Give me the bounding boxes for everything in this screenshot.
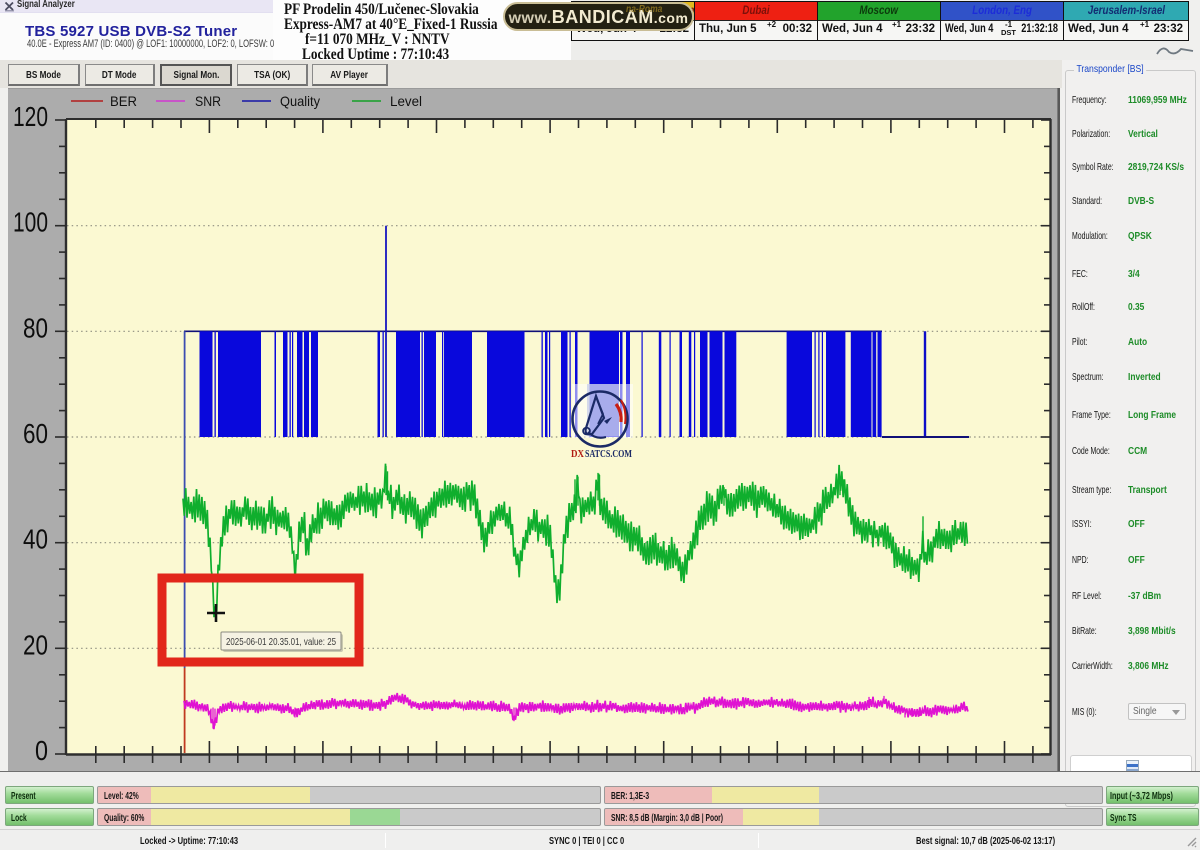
svg-text:SNR: SNR [195, 93, 221, 109]
svg-text:Level: Level [390, 93, 422, 109]
svg-text:SATCS.COM: SATCS.COM [585, 449, 632, 460]
svg-text:2025-06-01 20.35.01, value: 25: 2025-06-01 20.35.01, value: 25 [226, 636, 336, 648]
svg-text:40: 40 [23, 524, 48, 555]
svg-text:0: 0 [35, 735, 48, 766]
svg-text:Quality: Quality [280, 93, 320, 109]
svg-text:60: 60 [23, 418, 48, 449]
svg-text:DX: DX [571, 449, 585, 460]
svg-text:120: 120 [13, 101, 48, 132]
svg-text:80: 80 [23, 312, 48, 343]
svg-text:20: 20 [23, 629, 48, 660]
svg-text:BER: BER [110, 93, 137, 109]
svg-text:100: 100 [13, 207, 48, 238]
